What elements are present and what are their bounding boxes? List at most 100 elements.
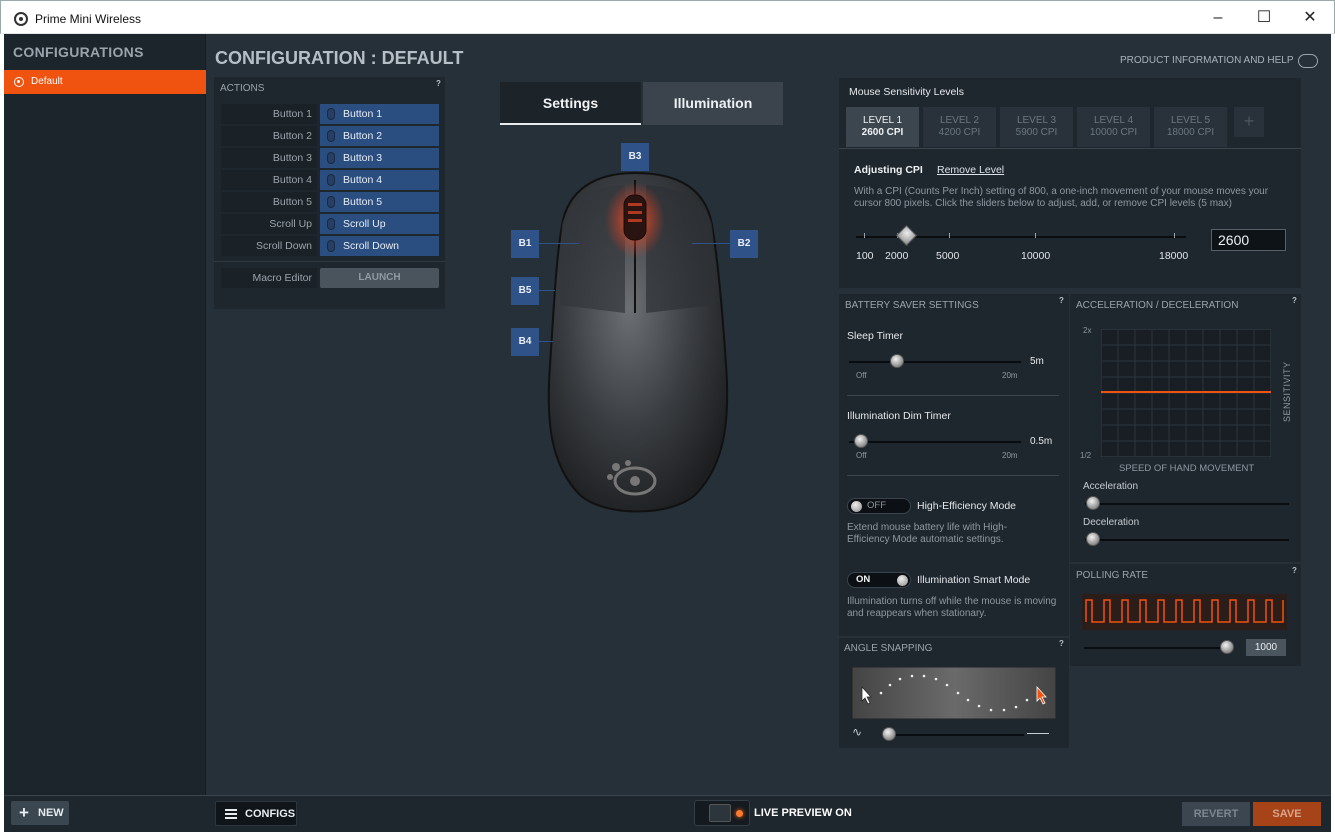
sleep-slider-track[interactable]	[849, 361, 1021, 363]
action-label: Button 5	[221, 192, 317, 212]
add-level-button[interactable]: +	[1234, 107, 1264, 137]
plus-icon: +	[19, 803, 29, 822]
acceleration-slider-track[interactable]	[1085, 503, 1289, 505]
launch-button[interactable]: LAUNCH	[320, 268, 439, 288]
product-info-link[interactable]: PRODUCT INFORMATION AND HELP	[1120, 55, 1294, 66]
minimize-button[interactable]: –	[1195, 1, 1241, 35]
level-tab-2[interactable]: LEVEL 2 4200 CPI	[923, 107, 996, 147]
battery-saver-panel: BATTERY SAVER SETTINGS ? Sleep Timer 5m …	[839, 294, 1069, 636]
level-tab-3[interactable]: LEVEL 3 5900 CPI	[1000, 107, 1073, 147]
page-title: CONFIGURATION : DEFAULT	[215, 48, 464, 68]
ism-description: Illumination turns off while the mouse i…	[847, 596, 1057, 619]
new-config-button[interactable]: + NEW	[11, 801, 69, 825]
hem-state: OFF	[867, 500, 886, 511]
angle-slider-handle[interactable]	[882, 727, 896, 741]
actions-title: ACTIONS	[220, 83, 265, 94]
tab-illumination[interactable]: Illumination	[643, 82, 783, 125]
acceleration-panel: ACCELERATION / DECELERATION ? 2x 1/2 SEN…	[1070, 294, 1301, 562]
dim-slider-track[interactable]	[849, 441, 1021, 443]
cpi-tick-label: 18000	[1159, 250, 1189, 262]
b4-button[interactable]: B4	[511, 328, 539, 356]
save-button[interactable]: SAVE	[1253, 802, 1321, 826]
wave-icon: ∿	[852, 725, 863, 739]
deceleration-slider-track[interactable]	[1085, 539, 1289, 541]
battery-title: BATTERY SAVER SETTINGS	[845, 300, 979, 311]
polling-slider-track[interactable]	[1084, 647, 1229, 649]
level-name: LEVEL 1	[862, 115, 903, 126]
sidebar-item-default[interactable]: Default	[4, 70, 206, 94]
action-binding-button[interactable]: Scroll Up	[320, 214, 439, 234]
level-tab-1[interactable]: LEVEL 1 2600 CPI	[846, 107, 919, 147]
angle-help-icon[interactable]: ?	[1059, 639, 1064, 648]
polling-slider-handle[interactable]	[1220, 640, 1234, 654]
cpi-tick-label: 5000	[936, 250, 960, 262]
toggle-knob	[709, 804, 731, 822]
level-tab-5[interactable]: LEVEL 5 18000 CPI	[1154, 107, 1227, 147]
configs-button[interactable]: CONFIGS	[215, 801, 297, 826]
action-binding-button[interactable]: Button 4	[320, 170, 439, 190]
mouse-illustration	[547, 171, 729, 513]
polling-rate-panel: POLLING RATE ? 1000	[1070, 564, 1301, 666]
dim-slider-handle[interactable]	[854, 434, 868, 448]
maximize-button[interactable]: ☐	[1241, 1, 1287, 35]
polling-help-icon[interactable]: ?	[1292, 566, 1297, 575]
mouse-icon	[327, 130, 335, 142]
polling-value[interactable]: 1000	[1246, 639, 1286, 656]
angle-title: ANGLE SNAPPING	[844, 643, 933, 654]
level-tab-4[interactable]: LEVEL 4 10000 CPI	[1077, 107, 1150, 147]
divider	[847, 475, 1059, 476]
cpi-tick-label: 10000	[1021, 250, 1051, 262]
cpi-value-input[interactable]: 2600	[1211, 229, 1286, 251]
mouse-icon	[327, 240, 335, 252]
help-cloud-icon[interactable]	[1298, 54, 1318, 68]
b1-button[interactable]: B1	[511, 230, 539, 258]
live-preview-toggle[interactable]	[694, 800, 750, 826]
hem-description: Extend mouse battery life with High-Effi…	[847, 522, 1008, 545]
mouse-icon	[327, 196, 335, 208]
level-cpi: 5900 CPI	[1015, 127, 1058, 138]
level-name: LEVEL 3	[1016, 115, 1057, 126]
action-binding-button[interactable]: Scroll Down	[320, 236, 439, 256]
acceleration-slider-handle[interactable]	[1086, 496, 1100, 510]
mouse-icon	[327, 218, 335, 230]
cpi-description: With a CPI (Counts Per Inch) setting of …	[854, 186, 1269, 209]
b2-connector	[692, 243, 730, 244]
b2-button[interactable]: B2	[730, 230, 758, 258]
tab-settings[interactable]: Settings	[500, 82, 641, 125]
smart-mode-toggle[interactable]: ON	[847, 572, 911, 588]
mouse-icon	[327, 152, 335, 164]
sidebar-title: CONFIGURATIONS	[13, 44, 144, 60]
deceleration-label: Deceleration	[1083, 517, 1140, 528]
angle-snapping-panel: ANGLE SNAPPING ? ∿	[839, 638, 1069, 748]
sidebar-item-label: Default	[31, 76, 63, 87]
action-binding-label: Scroll Up	[343, 218, 386, 230]
sleep-value: 5m	[1030, 356, 1044, 367]
close-button[interactable]: ✕	[1287, 1, 1333, 35]
deceleration-slider-handle[interactable]	[1086, 532, 1100, 546]
action-label: Button 2	[221, 126, 317, 146]
dim-timer-label: Illumination Dim Timer	[847, 410, 951, 422]
actions-help-icon[interactable]: ?	[436, 79, 441, 88]
divider	[839, 148, 1301, 149]
action-binding-label: Button 3	[343, 152, 383, 164]
b3-button[interactable]: B3	[621, 143, 649, 171]
b4-connector	[539, 341, 553, 342]
list-icon	[225, 809, 237, 819]
action-label: Button 3	[221, 148, 317, 168]
high-efficiency-toggle[interactable]: OFF	[847, 498, 911, 514]
action-binding-button[interactable]: Button 5	[320, 192, 439, 212]
action-binding-label: Button 2	[343, 130, 383, 142]
sleep-slider-handle[interactable]	[890, 354, 904, 368]
mouse-icon	[327, 108, 335, 120]
revert-button[interactable]: REVERT	[1182, 802, 1250, 826]
angle-slider-track[interactable]	[889, 734, 1024, 736]
action-binding-button[interactable]: Button 1	[320, 104, 439, 124]
action-binding-button[interactable]: Button 2	[320, 126, 439, 146]
ism-state: ON	[856, 574, 871, 585]
battery-help-icon[interactable]: ?	[1059, 296, 1064, 305]
remove-level-link[interactable]: Remove Level	[937, 164, 1004, 176]
accel-help-icon[interactable]: ?	[1292, 296, 1297, 305]
angle-snapping-preview	[852, 667, 1056, 719]
b5-button[interactable]: B5	[511, 277, 539, 305]
action-binding-button[interactable]: Button 3	[320, 148, 439, 168]
